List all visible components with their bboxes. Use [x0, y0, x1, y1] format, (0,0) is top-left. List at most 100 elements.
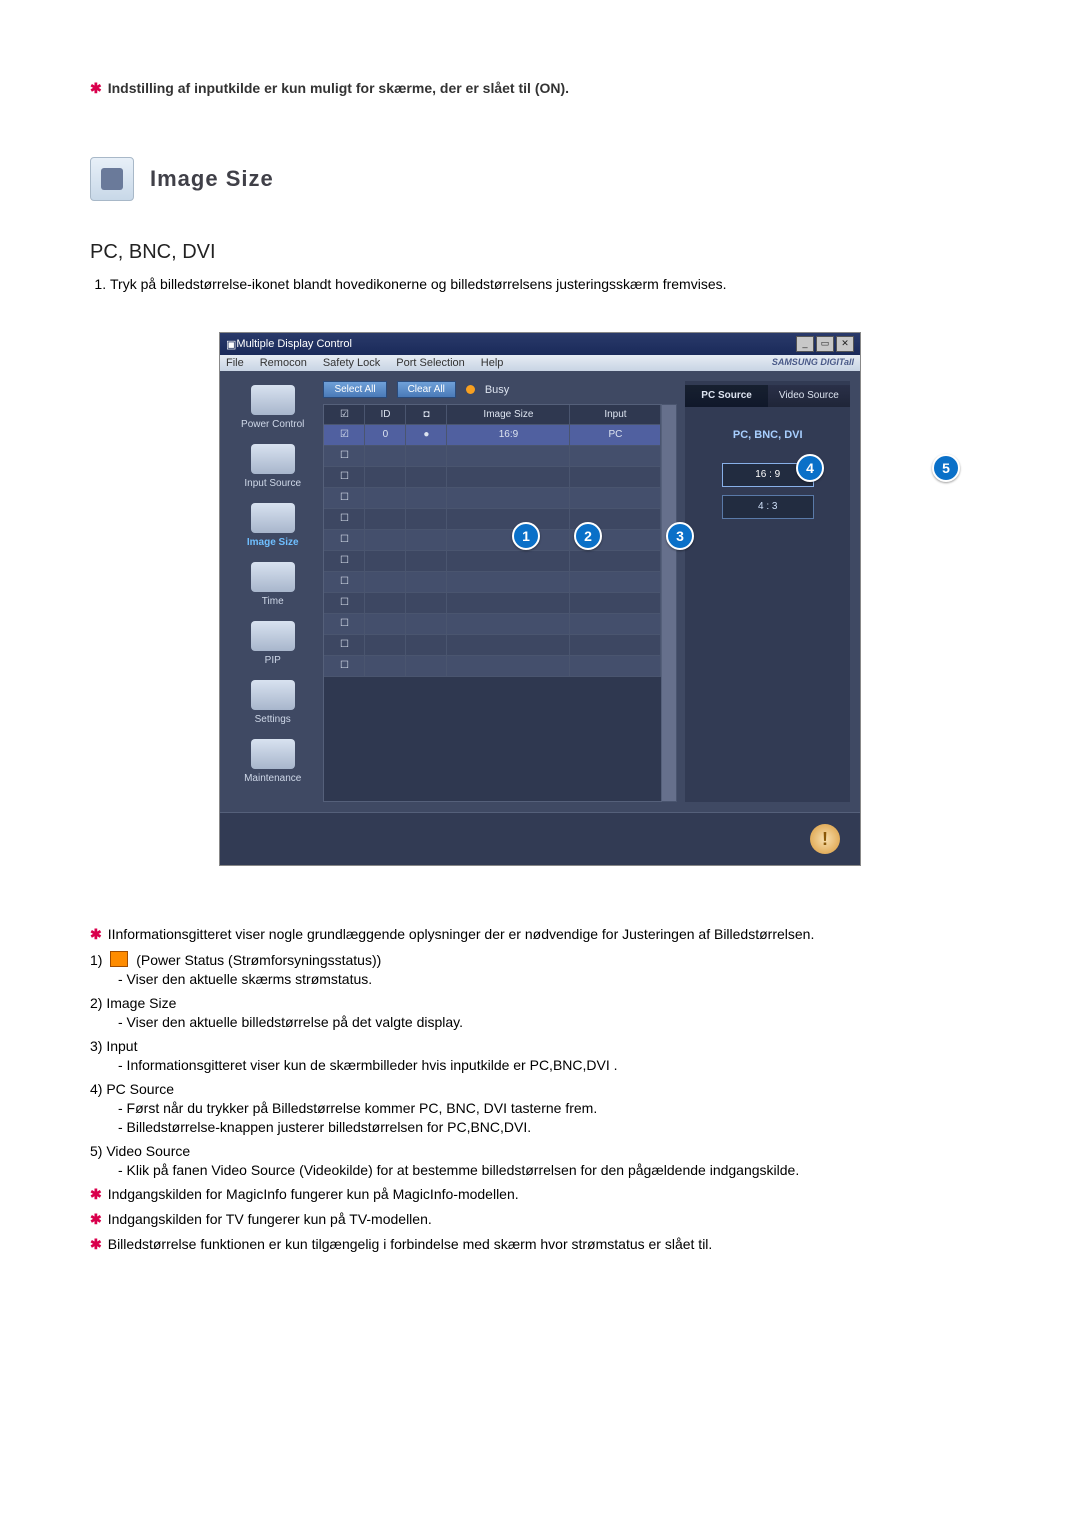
note-text: Indgangskilden for MagicInfo fungerer ku…	[108, 1186, 519, 1202]
info-intro-text: IInformationsgitteret viser nogle grundl…	[108, 926, 815, 942]
row-power-icon: ●	[406, 425, 447, 445]
info-num: 5)	[90, 1143, 102, 1159]
titlebar: ▣ Multiple Display Control _ ▭ ✕	[220, 333, 860, 355]
power-status-icon	[110, 951, 128, 967]
busy-label: Busy	[485, 384, 509, 396]
grid-row[interactable]: ☐	[324, 614, 661, 635]
grid-header-row: ☑ ID ◘ Image Size Input	[324, 405, 661, 425]
sidebar-label: Time	[262, 596, 284, 607]
sidebar-label: PIP	[265, 655, 281, 666]
sidebar-label: Power Control	[241, 419, 304, 430]
info-sub: - Viser den aktuelle billedstørrelse på …	[118, 1014, 990, 1030]
menu-remocon[interactable]: Remocon	[260, 357, 307, 369]
info-sub: - Først når du trykker på Billedstørrels…	[118, 1100, 990, 1116]
grid-row[interactable]: ☑ 0 ● 16:9 PC	[324, 425, 661, 446]
grid-row[interactable]: ☐	[324, 530, 661, 551]
info-num: 3)	[90, 1038, 102, 1054]
grid-header-id: ID	[365, 405, 406, 424]
note-magicinfo: ✱ Indgangskilden for MagicInfo fungerer k…	[90, 1186, 990, 1203]
restore-button[interactable]: ▭	[816, 336, 834, 352]
grid-header-input: Input	[570, 405, 661, 424]
menu-file[interactable]: File	[226, 357, 244, 369]
grid-row[interactable]: ☐	[324, 509, 661, 530]
sub-heading: PC, BNC, DVI	[90, 241, 990, 264]
callout-3: 3	[666, 522, 694, 550]
intro-item-1: Tryk på billedstørrelse-ikonet blandt ho…	[110, 276, 990, 292]
row-id: 0	[365, 425, 406, 445]
info-sub: - Klik på fanen Video Source (Videokilde…	[118, 1162, 990, 1178]
star-icon: ✱	[90, 1211, 102, 1227]
grid-header-image-size: Image Size	[447, 405, 570, 424]
callout-1: 1	[512, 522, 540, 550]
ratio-4-3-button[interactable]: 4 : 3	[722, 495, 814, 519]
row-checkbox[interactable]: ☑	[324, 425, 365, 445]
grid-row[interactable]: ☐	[324, 593, 661, 614]
info-list: ✱ IInformationsgitteret viser nogle grund…	[90, 926, 990, 1253]
image-size-sidebar-icon	[251, 503, 295, 533]
grid-row[interactable]: ☐	[324, 488, 661, 509]
sidebar-item-maintenance[interactable]: Maintenance	[234, 739, 311, 784]
star-icon: ✱	[90, 1236, 102, 1252]
sidebar: Power Control Input Source Image Size Ti…	[230, 381, 315, 802]
tab-video-source[interactable]: Video Source	[768, 385, 850, 407]
window-buttons: _ ▭ ✕	[796, 336, 854, 352]
vertical-scrollbar[interactable]	[662, 404, 677, 802]
info-item-5: 5) Video Source - Klik på fanen Video So…	[90, 1143, 990, 1178]
sidebar-item-power-control[interactable]: Power Control	[234, 385, 311, 430]
grid-row[interactable]: ☐	[324, 467, 661, 488]
grid-row[interactable]: ☐	[324, 446, 661, 467]
sidebar-item-pip[interactable]: PIP	[234, 621, 311, 666]
sidebar-label: Settings	[255, 714, 291, 725]
sidebar-label: Input Source	[244, 478, 301, 489]
info-item-4: 4) PC Source - Først når du trykker på B…	[90, 1081, 990, 1135]
app-icon: ▣	[226, 338, 236, 351]
select-all-button[interactable]: Select All	[323, 381, 386, 398]
minimize-button[interactable]: _	[796, 336, 814, 352]
row-image-size: 16:9	[447, 425, 570, 445]
menu-safety-lock[interactable]: Safety Lock	[323, 357, 380, 369]
brand-label: SAMSUNG DIGITall	[772, 357, 854, 369]
grid-row[interactable]: ☐	[324, 656, 661, 677]
note-tv: ✱ Indgangskilden for TV fungerer kun på T…	[90, 1211, 990, 1228]
tab-pc-source[interactable]: PC Source	[685, 385, 767, 407]
grid-header-power-icon: ◘	[406, 405, 447, 424]
sidebar-label: Maintenance	[244, 773, 301, 784]
info-item-1: 1) (Power Status (Strømforsyningsstatus)…	[90, 951, 990, 987]
clear-all-button[interactable]: Clear All	[397, 381, 456, 398]
display-grid: ☑ ID ◘ Image Size Input ☑ 0 ● 16:9	[323, 404, 662, 802]
info-label: PC Source	[106, 1081, 174, 1097]
info-sub: - Informationsgitteret viser kun de skær…	[118, 1057, 990, 1073]
menu-port-selection[interactable]: Port Selection	[396, 357, 464, 369]
menubar: File Remocon Safety Lock Port Selection …	[220, 355, 860, 371]
info-item-3: 3) Input - Informationsgitteret viser ku…	[90, 1038, 990, 1073]
star-icon: ✱	[90, 926, 102, 942]
note-text: Indgangskilden for TV fungerer kun på TV…	[108, 1211, 432, 1227]
section-title: Image Size	[150, 166, 274, 192]
pip-icon	[251, 621, 295, 651]
sidebar-item-settings[interactable]: Settings	[234, 680, 311, 725]
grid-header-check[interactable]: ☑	[324, 405, 365, 424]
input-source-icon	[251, 444, 295, 474]
grid-row[interactable]: ☐	[324, 551, 661, 572]
app-screenshot: ▣ Multiple Display Control _ ▭ ✕ File Re…	[219, 332, 861, 866]
sidebar-item-time[interactable]: Time	[234, 562, 311, 607]
window-title: Multiple Display Control	[236, 338, 352, 350]
grid-row[interactable]: ☐	[324, 572, 661, 593]
menu-help[interactable]: Help	[481, 357, 504, 369]
info-sub: - Viser den aktuelle skærms strømstatus.	[118, 971, 990, 987]
time-icon	[251, 562, 295, 592]
info-label: Input	[106, 1038, 137, 1054]
sidebar-item-input-source[interactable]: Input Source	[234, 444, 311, 489]
sidebar-item-image-size[interactable]: Image Size	[234, 503, 311, 548]
info-num: 2)	[90, 995, 102, 1011]
note-text: Billedstørrelse funktionen er kun tilgæn…	[108, 1236, 713, 1252]
right-panel: PC Source Video Source PC, BNC, DVI 16 :…	[685, 381, 850, 802]
top-note-text: Indstilling af inputkilde er kun muligt …	[108, 80, 569, 96]
info-label: Video Source	[106, 1143, 190, 1159]
image-size-icon	[90, 157, 134, 201]
close-button[interactable]: ✕	[836, 336, 854, 352]
note-power: ✱ Billedstørrelse funktionen er kun tilgæ…	[90, 1236, 990, 1253]
star-icon: ✱	[90, 1186, 102, 1202]
maintenance-icon	[251, 739, 295, 769]
grid-row[interactable]: ☐	[324, 635, 661, 656]
